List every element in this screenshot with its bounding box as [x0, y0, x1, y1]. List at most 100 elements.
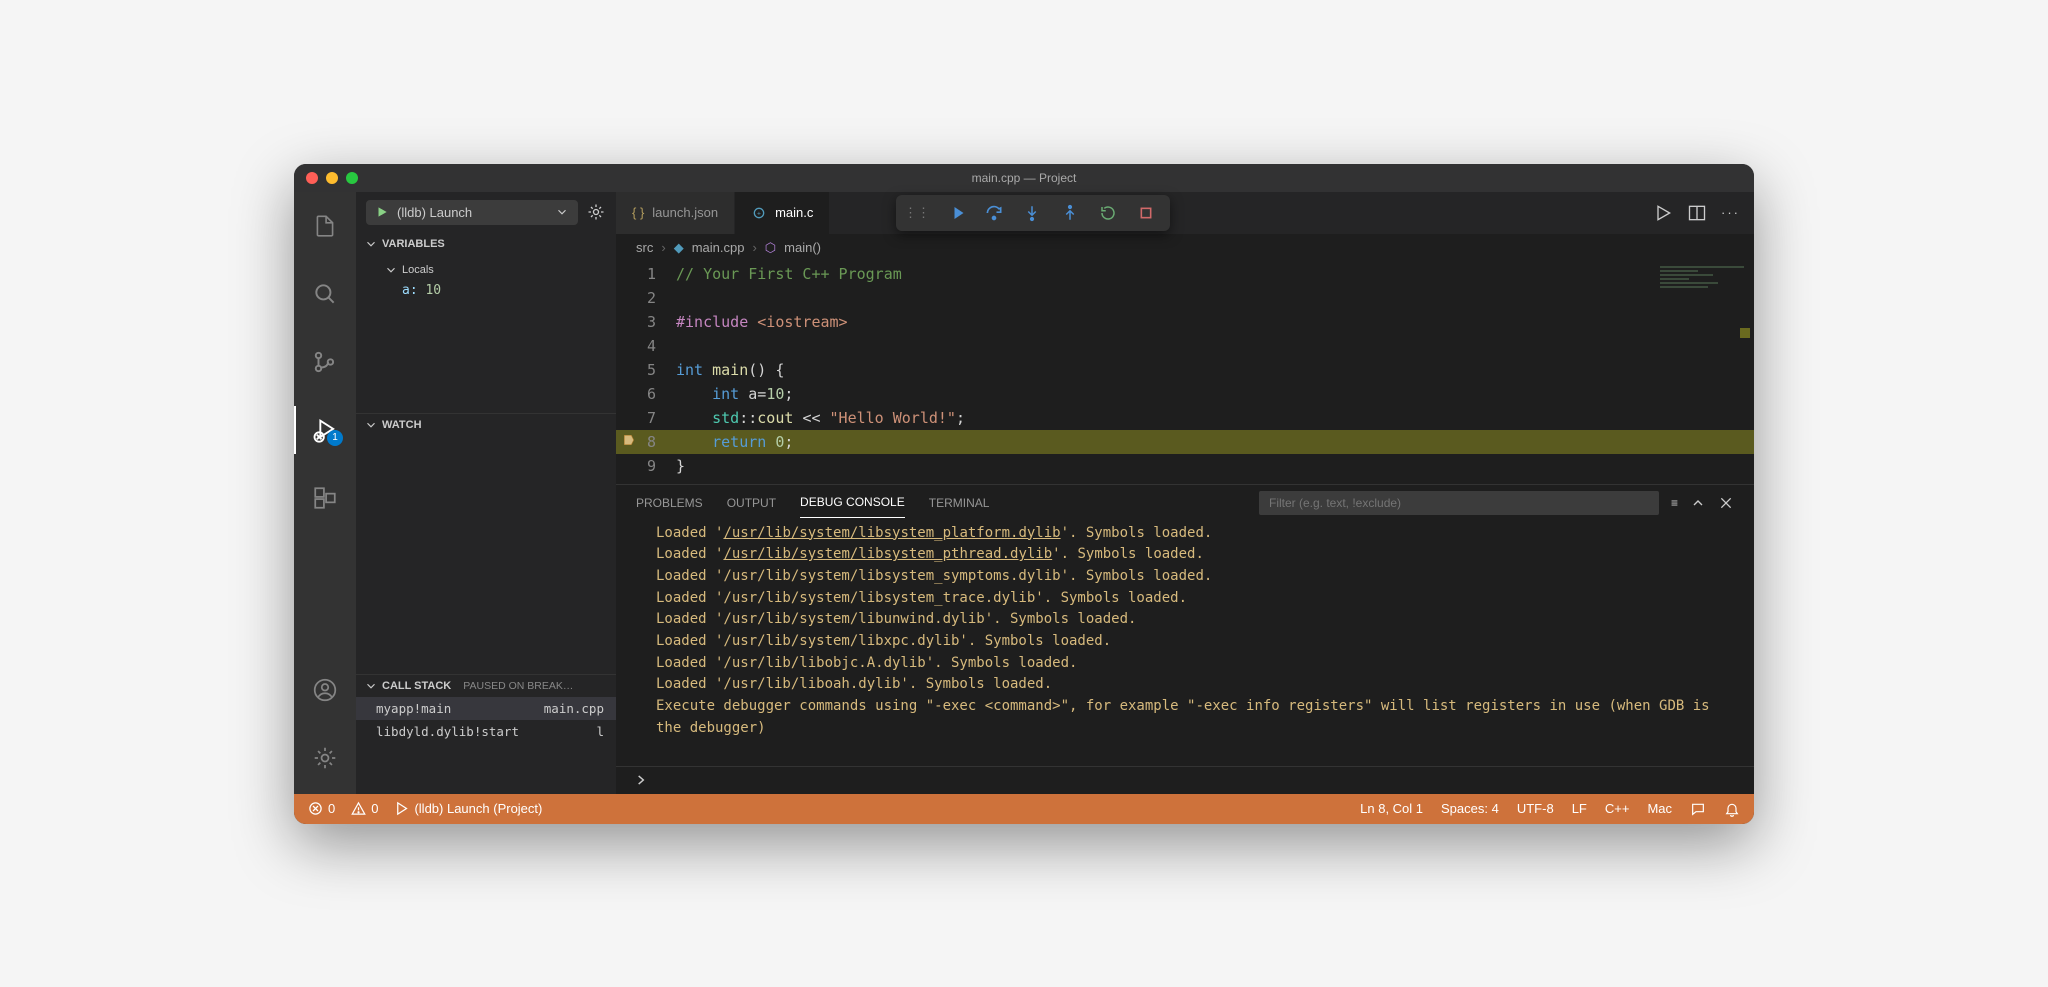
watch-header[interactable]: WATCH: [356, 414, 616, 436]
debug-console-output[interactable]: Loaded '/usr/lib/system/libsystem_platfo…: [616, 521, 1754, 766]
editor[interactable]: 1// Your First C++ Program23#include <io…: [616, 262, 1754, 484]
variable-row[interactable]: a: 10: [384, 281, 616, 300]
start-debug-icon: [375, 205, 389, 219]
window: main.cpp — Project 1: [294, 164, 1754, 824]
watch-section: WATCH: [356, 413, 616, 674]
status-debug-target[interactable]: (lldb) Launch (Project): [394, 801, 542, 816]
more-icon[interactable]: ···: [1721, 205, 1740, 220]
chevron-down-icon: [555, 205, 569, 219]
cpp-icon: +: [751, 205, 767, 221]
console-line: Loaded '/usr/lib/liboah.dylib'. Symbols …: [656, 674, 1734, 696]
breadcrumb[interactable]: src › ◆ main.cpp › ⬡ main(): [616, 234, 1754, 262]
traffic-lights: [306, 172, 358, 184]
status-os[interactable]: Mac: [1647, 801, 1672, 816]
console-input[interactable]: [616, 766, 1754, 794]
zoom-window-button[interactable]: [346, 172, 358, 184]
console-line: Execute debugger commands using "-exec <…: [656, 696, 1734, 739]
variables-header[interactable]: VARIABLES: [356, 233, 616, 255]
json-icon: { }: [632, 205, 644, 220]
tab-main-cpp[interactable]: + main.c: [735, 192, 830, 234]
editor-line[interactable]: 5int main() {: [616, 358, 1754, 382]
run-debug-icon[interactable]: 1: [301, 406, 349, 454]
status-eol[interactable]: LF: [1572, 801, 1587, 816]
tab-problems[interactable]: PROBLEMS: [636, 488, 703, 518]
tab-label: launch.json: [652, 205, 718, 220]
explorer-icon[interactable]: [301, 202, 349, 250]
editor-line[interactable]: 9}: [616, 454, 1754, 478]
callstack-header[interactable]: CALL STACK PAUSED ON BREAK…: [356, 675, 616, 697]
locals-header[interactable]: Locals: [384, 259, 616, 281]
debug-sidebar: (lldb) Launch VARIABLES Loca: [356, 192, 616, 794]
minimap[interactable]: [1654, 264, 1750, 344]
stack-frame[interactable]: myapp!mainmain.cpp: [356, 697, 616, 720]
console-filter-input[interactable]: [1259, 491, 1659, 515]
status-language[interactable]: C++: [1605, 801, 1630, 816]
step-over-button[interactable]: [978, 197, 1010, 229]
settings-gear-icon[interactable]: [301, 734, 349, 782]
status-feedback-icon[interactable]: [1690, 801, 1706, 817]
console-line: Loaded '/usr/lib/system/libsystem_sympto…: [656, 566, 1734, 588]
window-title: main.cpp — Project: [972, 171, 1077, 185]
status-warnings[interactable]: 0: [351, 801, 378, 816]
editor-line[interactable]: 3#include <iostream>: [616, 310, 1754, 334]
editor-area: { } launch.json + main.c ⋮⋮: [616, 192, 1754, 794]
chevron-right-icon: ›: [661, 240, 665, 255]
breadcrumb-symbol: main(): [784, 240, 821, 255]
minimize-window-button[interactable]: [326, 172, 338, 184]
tab-label: main.c: [775, 205, 813, 220]
console-line: Loaded '/usr/lib/system/libunwind.dylib'…: [656, 609, 1734, 631]
debug-config-label: (lldb) Launch: [397, 205, 472, 220]
close-window-button[interactable]: [306, 172, 318, 184]
console-line: Loaded '/usr/lib/system/libsystem_trace.…: [656, 588, 1734, 610]
variables-label: VARIABLES: [382, 238, 445, 250]
locals-label: Locals: [402, 264, 434, 276]
editor-line[interactable]: 4: [616, 334, 1754, 358]
drag-handle-icon[interactable]: ⋮⋮: [904, 205, 930, 221]
restart-button[interactable]: [1092, 197, 1124, 229]
debug-settings-gear-icon[interactable]: [586, 202, 606, 222]
collapse-panel-icon[interactable]: [1690, 495, 1706, 511]
stop-button[interactable]: [1130, 197, 1162, 229]
status-indentation[interactable]: Spaces: 4: [1441, 801, 1499, 816]
stack-frame[interactable]: libdyld.dylib!startl: [356, 720, 616, 743]
status-encoding[interactable]: UTF-8: [1517, 801, 1554, 816]
tab-terminal[interactable]: TERMINAL: [929, 488, 990, 518]
close-panel-icon[interactable]: [1718, 495, 1734, 511]
split-editor-icon[interactable]: [1687, 203, 1707, 223]
step-into-button[interactable]: [1016, 197, 1048, 229]
tab-output[interactable]: OUTPUT: [727, 488, 776, 518]
chevron-right-icon: ›: [752, 240, 756, 255]
debug-badge: 1: [327, 430, 343, 446]
status-bell-icon[interactable]: [1724, 801, 1740, 817]
debug-config-select[interactable]: (lldb) Launch: [366, 200, 578, 225]
watch-label: WATCH: [382, 419, 422, 431]
accounts-icon[interactable]: [301, 666, 349, 714]
editor-line[interactable]: 8 return 0;: [616, 430, 1754, 454]
body: 1 (lldb) Launch: [294, 192, 1754, 794]
continue-button[interactable]: [940, 197, 972, 229]
step-out-button[interactable]: [1054, 197, 1086, 229]
tab-debug-console[interactable]: DEBUG CONSOLE: [800, 487, 905, 518]
run-icon[interactable]: [1653, 203, 1673, 223]
tab-launch-json[interactable]: { } launch.json: [616, 192, 735, 234]
extensions-icon[interactable]: [301, 474, 349, 522]
editor-line[interactable]: 6 int a=10;: [616, 382, 1754, 406]
editor-line[interactable]: 7 std::cout << "Hello World!";: [616, 406, 1754, 430]
console-line: Loaded '/usr/lib/libobjc.A.dylib'. Symbo…: [656, 653, 1734, 675]
breadcrumb-file: main.cpp: [692, 240, 745, 255]
activity-bar: 1: [294, 192, 356, 794]
debug-toolbar: ⋮⋮: [896, 195, 1170, 231]
status-bar: 0 0 (lldb) Launch (Project) Ln 8, Col 1 …: [294, 794, 1754, 824]
callstack-section: CALL STACK PAUSED ON BREAK… myapp!mainma…: [356, 674, 616, 794]
variable-name: a:: [402, 283, 418, 298]
callstack-status: PAUSED ON BREAK…: [463, 680, 573, 692]
editor-line[interactable]: 2: [616, 286, 1754, 310]
status-errors[interactable]: 0: [308, 801, 335, 816]
variables-section: VARIABLES Locals a: 10: [356, 233, 616, 413]
search-icon[interactable]: [301, 270, 349, 318]
status-cursor-pos[interactable]: Ln 8, Col 1: [1360, 801, 1423, 816]
editor-line[interactable]: 1// Your First C++ Program: [616, 262, 1754, 286]
console-line: Loaded '/usr/lib/system/libsystem_pthrea…: [656, 544, 1734, 566]
word-wrap-icon[interactable]: ≡: [1671, 496, 1678, 510]
source-control-icon[interactable]: [301, 338, 349, 386]
